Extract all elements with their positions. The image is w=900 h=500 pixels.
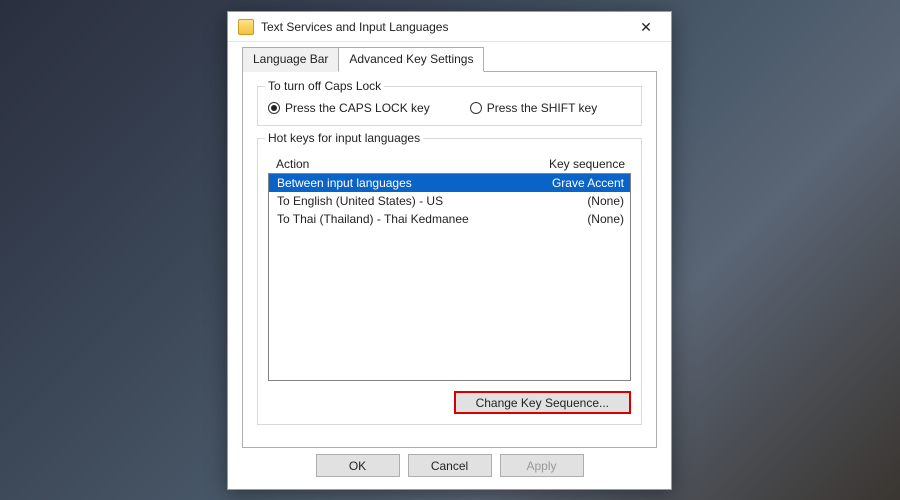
radio-dot-icon [268, 102, 280, 114]
change-key-sequence-button[interactable]: Change Key Sequence... [454, 391, 631, 414]
hotkey-sequence: (None) [579, 194, 624, 208]
hotkey-sequence: (None) [579, 212, 624, 226]
caps-radio-row: Press the CAPS LOCK key Press the SHIFT k… [268, 101, 631, 115]
group-caps-lock: To turn off Caps Lock Press the CAPS LOC… [257, 86, 642, 126]
close-icon[interactable]: ✕ [629, 17, 663, 37]
dialog-footer: OK Cancel Apply [242, 448, 657, 481]
hotkey-action: Between input languages [277, 176, 544, 190]
group-hotkeys: Hot keys for input languages Action Key … [257, 138, 642, 425]
tab-panel-advanced-key-settings: To turn off Caps Lock Press the CAPS LOC… [242, 71, 657, 448]
radio-caps-option-1[interactable]: Press the SHIFT key [470, 101, 597, 115]
window-title: Text Services and Input Languages [261, 20, 629, 34]
hotkey-sequence: Grave Accent [544, 176, 624, 190]
radio-label: Press the SHIFT key [487, 101, 597, 115]
hotkey-row[interactable]: To English (United States) - US(None) [269, 192, 630, 210]
apply-button[interactable]: Apply [500, 454, 584, 477]
group-caps-lock-label: To turn off Caps Lock [265, 79, 384, 93]
hotkeys-headers: Action Key sequence [268, 153, 631, 173]
tab-language-bar[interactable]: Language Bar [242, 47, 339, 72]
tab-advanced-key-settings[interactable]: Advanced Key Settings [338, 47, 484, 72]
hotkey-row[interactable]: Between input languagesGrave Accent [269, 174, 630, 192]
hotkeys-button-bar: Change Key Sequence... [268, 391, 631, 414]
hotkey-row[interactable]: To Thai (Thailand) - Thai Kedmanee(None) [269, 210, 630, 228]
ok-button[interactable]: OK [316, 454, 400, 477]
group-hotkeys-label: Hot keys for input languages [265, 131, 423, 145]
header-sequence: Key sequence [549, 157, 625, 171]
radio-label: Press the CAPS LOCK key [285, 101, 430, 115]
cancel-button[interactable]: Cancel [408, 454, 492, 477]
app-icon [238, 19, 254, 35]
hotkey-action: To Thai (Thailand) - Thai Kedmanee [277, 212, 579, 226]
hotkey-action: To English (United States) - US [277, 194, 579, 208]
hotkeys-listbox[interactable]: Between input languagesGrave AccentTo En… [268, 173, 631, 381]
header-action: Action [276, 157, 549, 171]
dialog-body: Language BarAdvanced Key Settings To tur… [228, 42, 671, 489]
dialog-text-services: Text Services and Input Languages ✕ Lang… [227, 11, 672, 490]
radio-dot-icon [470, 102, 482, 114]
titlebar: Text Services and Input Languages ✕ [228, 12, 671, 42]
tabstrip: Language BarAdvanced Key Settings [242, 46, 657, 71]
radio-caps-option-0[interactable]: Press the CAPS LOCK key [268, 101, 430, 115]
